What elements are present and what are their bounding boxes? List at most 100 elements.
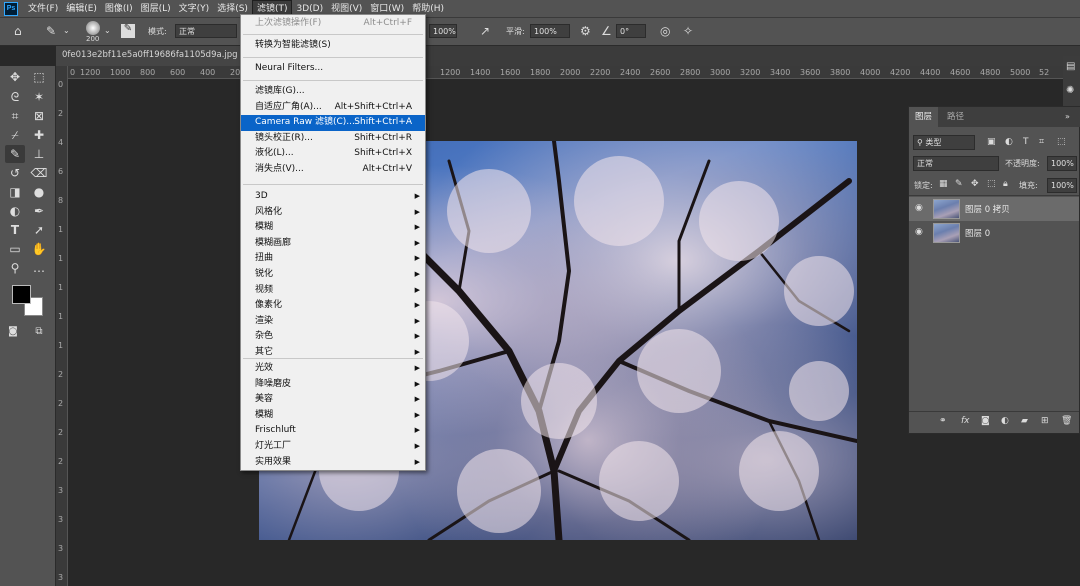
submenu-item[interactable]: 扭曲 ▶ <box>241 251 425 267</box>
tab-paths[interactable]: 路径 <box>941 107 970 127</box>
gear-icon[interactable]: ⚙ <box>580 25 591 37</box>
type-tool-icon[interactable]: T <box>5 221 25 239</box>
adjustments-icon[interactable]: ✺ <box>1066 86 1074 96</box>
screen-mode-icon[interactable]: ⧉ <box>29 323 49 341</box>
pen-tool-icon[interactable]: ✒ <box>29 202 49 220</box>
submenu-item[interactable]: 3D ▶ <box>241 189 425 205</box>
layer-row-base[interactable]: ◉ 图层 0 <box>909 221 1079 245</box>
symmetry-icon[interactable]: ✧ <box>683 25 693 37</box>
lock-all-icon[interactable]: 🔒︎ <box>1003 179 1008 189</box>
menu-item-neural-filters[interactable]: Neural Filters... <box>241 61 425 77</box>
new-group-icon[interactable]: ▰ <box>1021 416 1028 426</box>
plugin-submenu-item[interactable]: 实用效果 ▶ <box>241 455 425 471</box>
lock-artboard-icon[interactable]: ⬚ <box>987 179 996 189</box>
tab-layers[interactable]: 图层 <box>909 107 939 127</box>
menu-item-filter-1[interactable]: 自适应广角(A)... Alt+Shift+Ctrl+A <box>241 100 425 116</box>
lasso-tool-icon[interactable]: ᘓ <box>5 88 25 106</box>
more-tools-icon[interactable]: … <box>29 259 49 277</box>
menu-item-convert-smart-filter[interactable]: 转换为智能滤镜(S) <box>241 38 425 54</box>
submenu-item[interactable]: 模糊 ▶ <box>241 220 425 236</box>
adjustment-layer-icon[interactable]: ◐ <box>1001 416 1009 426</box>
menu-image[interactable]: 图像(I) <box>101 0 137 18</box>
menu-item-filter-0[interactable]: 滤镜库(G)... <box>241 84 425 100</box>
blur-tool-icon[interactable]: ● <box>29 183 49 201</box>
menu-type[interactable]: 文字(Y) <box>175 0 214 18</box>
blend-mode-select[interactable]: 正常 <box>913 156 999 171</box>
fill-field[interactable]: 100% <box>1047 178 1077 193</box>
magic-wand-tool-icon[interactable]: ✶ <box>29 88 49 106</box>
filter-smart-object-icon[interactable]: ⬚ <box>1057 137 1066 147</box>
plugin-submenu-item[interactable]: 降噪磨皮 ▶ <box>241 377 425 393</box>
gradient-tool-icon[interactable]: ◨ <box>5 183 25 201</box>
lock-image-icon[interactable]: ✎ <box>955 179 963 189</box>
submenu-item[interactable]: 锐化 ▶ <box>241 267 425 283</box>
marquee-tool-icon[interactable]: ⬚ <box>29 68 49 86</box>
menu-item-filter-3[interactable]: 镜头校正(R)... Shift+Ctrl+R <box>241 131 425 147</box>
history-brush-tool-icon[interactable]: ↺ <box>5 164 25 182</box>
properties-icon[interactable]: ▤ <box>1066 62 1075 72</box>
layer-style-fx-icon[interactable]: fx <box>961 416 970 426</box>
submenu-item[interactable]: 其它 ▶ <box>241 345 425 361</box>
new-layer-icon[interactable]: ⊞ <box>1041 416 1049 426</box>
smoothing-field[interactable]: 100% <box>530 24 570 38</box>
pressure-icon[interactable]: ◎ <box>660 25 670 37</box>
angle-field[interactable]: 0° <box>616 24 646 38</box>
healing-brush-tool-icon[interactable]: ✚ <box>29 126 49 144</box>
filter-type-icon[interactable]: T <box>1023 137 1029 147</box>
lock-position-icon[interactable]: ✥ <box>971 179 979 189</box>
add-mask-icon[interactable]: ◙ <box>981 416 990 426</box>
submenu-item[interactable]: 风格化 ▶ <box>241 205 425 221</box>
plugin-submenu-item[interactable]: 美容 ▶ <box>241 392 425 408</box>
stamp-tool-icon[interactable]: ⊥ <box>29 145 49 163</box>
dodge-tool-icon[interactable]: ◐ <box>5 202 25 220</box>
filter-pixel-icon[interactable]: ▣ <box>987 137 996 147</box>
foreground-color-swatch-top[interactable] <box>12 285 31 304</box>
layer-opacity-field[interactable]: 100% <box>1047 156 1077 171</box>
visibility-eye-icon[interactable]: ◉ <box>915 203 927 213</box>
zoom-tool-icon[interactable]: ⚲ <box>5 259 25 277</box>
menu-layer[interactable]: 图层(L) <box>137 0 175 18</box>
brush-settings-icon[interactable]: ✎ <box>121 24 135 38</box>
airbrush-icon[interactable]: ↗ <box>480 25 490 37</box>
frame-tool-icon[interactable]: ⊠ <box>29 107 49 125</box>
brush-tip-icon[interactable] <box>86 21 100 35</box>
plugin-submenu-item[interactable]: 模糊 ▶ <box>241 408 425 424</box>
opacity-field[interactable]: 100% <box>429 24 457 38</box>
crop-tool-icon[interactable]: ⌗ <box>5 107 25 125</box>
menu-item-filter-5[interactable]: 消失点(V)... Alt+Ctrl+V <box>241 162 425 178</box>
menu-edit[interactable]: 编辑(E) <box>62 0 101 18</box>
rectangle-tool-icon[interactable]: ▭ <box>5 240 25 258</box>
submenu-item[interactable]: 视频 ▶ <box>241 283 425 299</box>
plugin-submenu-item[interactable]: 灯光工厂 ▶ <box>241 439 425 455</box>
eraser-tool-icon[interactable]: ⌫ <box>29 164 49 182</box>
visibility-eye-icon[interactable]: ◉ <box>915 227 927 237</box>
quick-mask-icon[interactable]: ◙ <box>3 323 23 341</box>
panel-collapse-icon[interactable]: » <box>1065 112 1070 121</box>
submenu-item[interactable]: 像素化 ▶ <box>241 298 425 314</box>
path-selection-tool-icon[interactable]: ➚ <box>29 221 49 239</box>
filter-shape-icon[interactable]: ⌗ <box>1039 137 1044 147</box>
menu-file[interactable]: 文件(F) <box>24 0 62 18</box>
submenu-item[interactable]: 模糊画廊 ▶ <box>241 236 425 252</box>
submenu-item[interactable]: 杂色 ▶ <box>241 329 425 345</box>
chevron-down-icon[interactable]: ⌄ <box>104 27 111 35</box>
chevron-down-icon[interactable]: ⌄ <box>63 27 70 35</box>
home-icon[interactable]: ⌂ <box>14 25 22 37</box>
move-tool-icon[interactable]: ✥ <box>5 68 25 86</box>
link-layers-icon[interactable]: ⚭ <box>939 416 947 426</box>
lock-transparent-icon[interactable]: ▦ <box>939 179 948 189</box>
eyedropper-tool-icon[interactable]: ⌿ <box>5 126 25 144</box>
layer-row-copy[interactable]: ◉ 图层 0 拷贝 <box>909 197 1079 221</box>
plugin-submenu-item[interactable]: Frischluft ▶ <box>241 423 425 439</box>
delete-layer-icon[interactable]: 🗑︎ <box>1061 416 1072 426</box>
plugin-submenu-item[interactable]: 光效 ▶ <box>241 361 425 377</box>
menu-item-filter-2[interactable]: Camera Raw 滤镜(C)... Shift+Ctrl+A <box>241 115 425 131</box>
menu-item-filter-4[interactable]: 液化(L)... Shift+Ctrl+X <box>241 146 425 162</box>
filter-adjustment-icon[interactable]: ◐ <box>1005 137 1013 147</box>
hand-tool-icon[interactable]: ✋ <box>29 240 49 258</box>
document-tab[interactable]: 0fe013e2bf11e5a0ff19686fa1105d9a.jpg @ 2 <box>56 46 240 66</box>
mode-select[interactable]: 正常 <box>175 24 237 38</box>
brush-tool-icon[interactable]: ✎ <box>5 145 25 163</box>
layer-filter-select[interactable]: ⚲ 类型 <box>913 135 975 150</box>
brush-preset-icon[interactable]: ✎ <box>46 25 56 37</box>
